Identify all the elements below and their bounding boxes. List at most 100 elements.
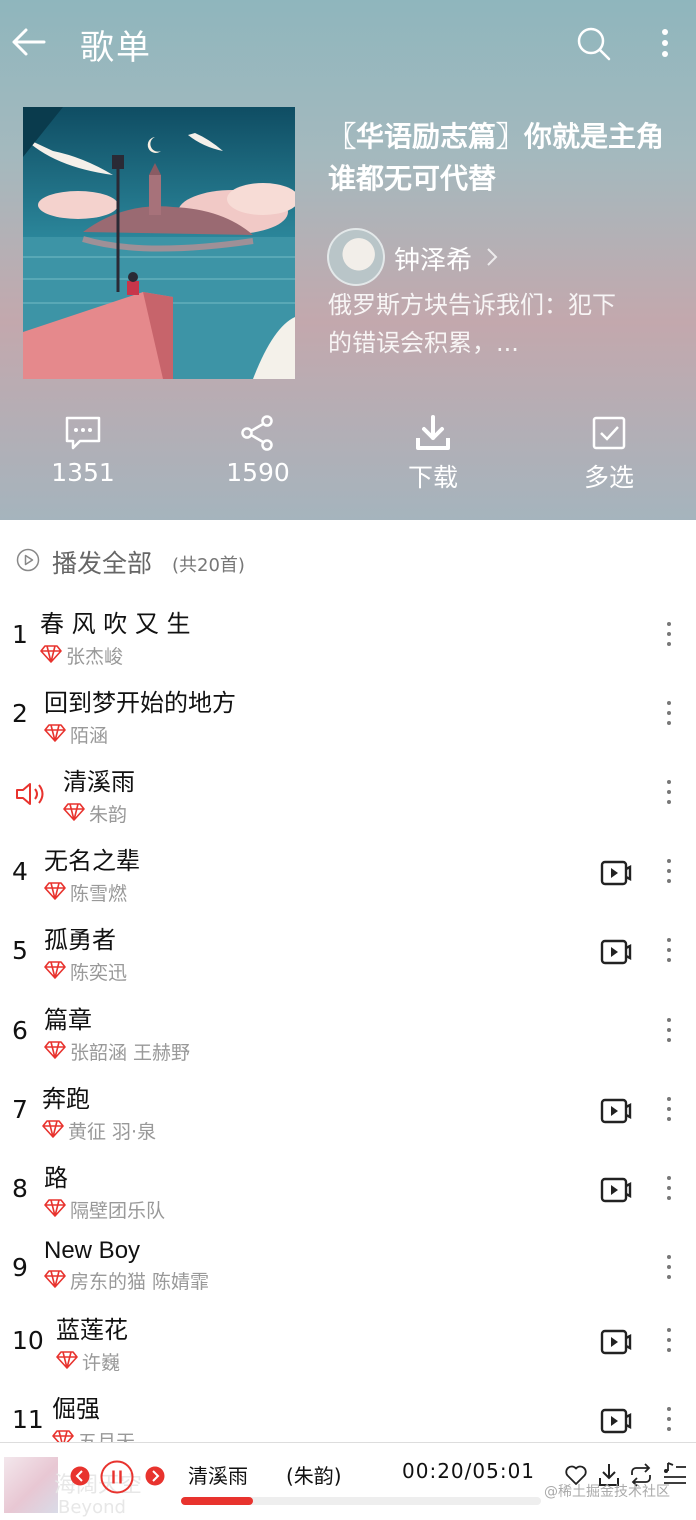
song-title: 春 风 吹 又 生 [40, 610, 191, 638]
song-row[interactable]: 2 回到梦开始的地方 陌涵 [0, 679, 696, 758]
top-bar: 歌单 [0, 0, 696, 86]
mini-player[interactable]: 海阔天空 Beyond 清溪雨 (朱韵) 00:20/05:01 @稀土掘金技术… [0, 1442, 696, 1520]
song-artist: 黄征 羽·泉 [68, 1121, 157, 1143]
progress-bar[interactable] [181, 1497, 541, 1505]
song-title: 蓝莲花 [56, 1316, 128, 1344]
song-row[interactable]: 11 倔强 五月天 [0, 1385, 696, 1442]
song-title: New Boy [44, 1237, 141, 1264]
diamond-icon [44, 1270, 66, 1288]
more-vertical-icon[interactable] [660, 776, 678, 808]
song-row[interactable]: 9 New Boy 房东的猫 陈婧霏 [0, 1233, 696, 1312]
next-icon[interactable] [145, 1466, 165, 1486]
song-artist: 张韶涵 王赫野 [70, 1042, 191, 1064]
song-row[interactable]: 6 篇章 张韶涵 王赫野 [0, 996, 696, 1075]
song-row[interactable]: 1 春 风 吹 又 生 张杰峻 [0, 600, 696, 679]
comment-button[interactable]: 1351 [23, 414, 143, 487]
chevron-right-icon[interactable] [484, 246, 500, 268]
watermark: @稀土掘金技术社区 [544, 1484, 670, 1500]
more-vertical-icon[interactable] [660, 1014, 678, 1046]
more-vertical-icon[interactable] [660, 1403, 678, 1435]
more-vertical-icon [662, 29, 668, 57]
play-circle-icon [16, 548, 40, 572]
more-vertical-icon[interactable] [660, 618, 678, 650]
search-button[interactable] [574, 24, 612, 62]
share-count: 1590 [226, 458, 290, 487]
share-button[interactable]: 1590 [198, 414, 318, 487]
video-icon[interactable] [600, 1176, 632, 1204]
pause-icon[interactable] [100, 1460, 134, 1494]
song-index: 8 [12, 1174, 28, 1203]
song-title: 清溪雨 [63, 768, 135, 796]
video-icon[interactable] [600, 1407, 632, 1435]
song-index: 2 [12, 699, 28, 728]
song-row[interactable]: 8 路 隔壁团乐队 [0, 1154, 696, 1233]
diamond-icon [44, 724, 66, 742]
song-artist: 许巍 [82, 1352, 121, 1374]
diamond-icon [52, 1430, 74, 1442]
more-button[interactable] [650, 24, 680, 62]
progress-fill [181, 1497, 253, 1505]
download-button[interactable]: 下载 [373, 414, 493, 494]
previous-icon[interactable] [70, 1466, 90, 1486]
now-playing-artist: (朱韵) [286, 1464, 342, 1488]
diamond-icon [56, 1351, 78, 1369]
now-playing-title: 清溪雨 [188, 1464, 248, 1488]
diamond-icon [44, 961, 66, 979]
song-index: 9 [12, 1253, 28, 1282]
more-vertical-icon[interactable] [660, 1251, 678, 1283]
playlist-cover[interactable] [23, 107, 295, 379]
song-row[interactable]: 4 无名之辈 陈雪燃 [0, 837, 696, 916]
song-artist: 张杰峻 [66, 646, 124, 668]
diamond-icon [44, 1199, 66, 1217]
creator-avatar[interactable] [327, 228, 385, 286]
play-all-row[interactable]: 播发全部 (共20首) [0, 530, 696, 590]
multi-select-button[interactable]: 多选 [549, 414, 669, 494]
playback-time: 00:20/05:01 [402, 1459, 536, 1483]
play-all-count: (共20首) [172, 555, 245, 576]
ghost-song-artist: Beyond [58, 1497, 126, 1518]
playlist-header: 歌单 〖华语励志篇〗你就是主角 谁都无可代替 钟泽希 俄罗斯方块告诉我们：犯下的… [0, 0, 696, 520]
song-title: 孤勇者 [44, 926, 116, 954]
search-icon [577, 27, 611, 61]
diamond-icon [44, 882, 66, 900]
creator-name[interactable]: 钟泽希 [394, 240, 472, 277]
play-all-label: 播发全部 [52, 549, 153, 578]
diamond-icon [40, 645, 62, 663]
playlist-description[interactable]: 俄罗斯方块告诉我们：犯下的错误会积累，... [328, 286, 628, 362]
arrow-left-icon [12, 28, 46, 56]
song-artist: 五月天 [78, 1431, 136, 1442]
now-playing-artwork[interactable] [4, 1457, 58, 1513]
song-title: 倔强 [52, 1395, 100, 1423]
song-row[interactable]: 5 孤勇者 陈奕迅 [0, 916, 696, 995]
comment-count: 1351 [51, 458, 115, 487]
checkbox-icon [592, 416, 626, 450]
more-vertical-icon[interactable] [660, 855, 678, 887]
song-index: 4 [12, 857, 28, 886]
download-icon [416, 415, 450, 450]
song-artist: 陈奕迅 [70, 962, 128, 984]
diamond-icon [42, 1120, 64, 1138]
song-artist: 朱韵 [89, 804, 128, 826]
back-button[interactable] [8, 22, 48, 62]
more-vertical-icon[interactable] [660, 1172, 678, 1204]
song-artist: 房东的猫 陈婧霏 [70, 1271, 210, 1293]
comment-icon [65, 416, 101, 450]
song-row[interactable]: 清溪雨 朱韵 [0, 758, 696, 837]
video-icon[interactable] [600, 1097, 632, 1125]
share-icon [241, 415, 273, 451]
video-icon[interactable] [600, 859, 632, 887]
more-vertical-icon[interactable] [660, 934, 678, 966]
video-icon[interactable] [600, 938, 632, 966]
more-vertical-icon[interactable] [660, 1093, 678, 1125]
playlist-title: 〖华语励志篇〗你就是主角 谁都无可代替 [328, 120, 665, 195]
song-index: 6 [12, 1016, 28, 1045]
more-vertical-icon[interactable] [660, 1324, 678, 1356]
song-row[interactable]: 10 蓝莲花 许巍 [0, 1306, 696, 1385]
song-title: 路 [44, 1164, 68, 1192]
song-index: 1 [12, 620, 28, 649]
song-artist: 陌涵 [70, 725, 109, 747]
video-icon[interactable] [600, 1328, 632, 1356]
song-row[interactable]: 7 奔跑 黄征 羽·泉 [0, 1075, 696, 1154]
more-vertical-icon[interactable] [660, 697, 678, 729]
song-artist: 陈雪燃 [70, 883, 128, 905]
